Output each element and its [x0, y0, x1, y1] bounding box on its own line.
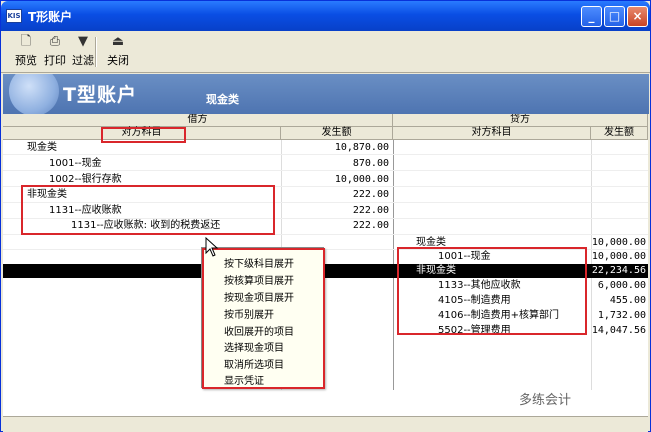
filter-button[interactable]: ▼ 过滤 [69, 34, 97, 70]
t-account-window: KIS T形账户 _ □ × 🗋 预览 ⎙ 打印 ▼ 过滤 ⏏ 关闭 T型账户 … [0, 0, 651, 432]
close-label: 关闭 [107, 54, 129, 67]
debit-row-amount[interactable]: 222.00 [293, 204, 389, 218]
credit-row-amount[interactable]: 455.00 [591, 294, 646, 308]
preview-label: 预览 [15, 54, 37, 67]
t-account-grid[interactable]: 借方 贷方 对方科目 发生额 对方科目 发生额 现金类 10,870.00 10… [3, 114, 648, 416]
debit-row-amount[interactable]: 222.00 [293, 219, 389, 233]
magnifier-logo-icon [9, 74, 59, 114]
debit-header: 借方 [3, 114, 393, 127]
context-menu: 按下级科目展开 按核算项目展开 按现金项目展开 按币别展开 收回展开的项目 选择… [201, 247, 325, 389]
close-button[interactable]: ⏏ 关闭 [104, 34, 132, 70]
app-icon: KIS [6, 9, 22, 23]
annotation-box-debit [21, 185, 275, 235]
status-bar [3, 416, 648, 432]
credit-row-amount[interactable]: 14,047.56 [591, 324, 646, 338]
debit-col-amount[interactable]: 发生额 [281, 127, 393, 140]
toolbar-separator [95, 37, 97, 67]
maximize-button[interactable]: □ [604, 6, 625, 27]
credit-col-amount[interactable]: 发生额 [591, 127, 648, 140]
print-label: 打印 [44, 54, 66, 67]
window-title: T形账户 [28, 10, 73, 24]
minimize-button[interactable]: _ [581, 6, 602, 27]
credit-row-amount[interactable]: 10,000.00 [591, 250, 646, 264]
watermark-text: 多练会计 [519, 393, 572, 408]
toolbar: 🗋 预览 ⎙ 打印 ▼ 过滤 ⏏ 关闭 [1, 31, 650, 73]
credit-header: 贷方 [393, 114, 648, 127]
debit-row-amount[interactable]: 870.00 [293, 157, 389, 171]
report-banner: T型账户 现金类 [3, 74, 649, 114]
printer-icon: ⎙ [49, 34, 61, 49]
annotation-box-col-header [101, 127, 186, 143]
preview-icon: 🗋 [20, 34, 32, 49]
debit-row-amount[interactable]: 10,870.00 [293, 141, 389, 155]
credit-row-amount[interactable]: 1,732.00 [591, 309, 646, 323]
annotation-box-credit [397, 247, 587, 335]
report-title: T型账户 [63, 84, 137, 106]
close-window-button[interactable]: × [627, 6, 648, 27]
debit-row-account[interactable]: 1001--现金 [49, 157, 102, 171]
credit-col-account[interactable]: 对方科目 [393, 127, 591, 140]
exit-door-icon: ⏏ [111, 34, 125, 49]
print-button[interactable]: ⎙ 打印 [41, 34, 69, 70]
debit-row-amount[interactable]: 10,000.00 [293, 173, 389, 187]
filter-icon: ▼ [78, 34, 88, 49]
credit-row-amount[interactable]: 22,234.56 [591, 264, 646, 278]
filter-label: 过滤 [72, 54, 94, 67]
credit-row-amount[interactable]: 10,000.00 [591, 236, 646, 250]
report-subtitle: 现金类 [206, 93, 239, 106]
title-bar[interactable]: KIS T形账户 _ □ × [1, 1, 650, 31]
mouse-pointer-icon [205, 237, 219, 257]
debit-row-amount[interactable]: 222.00 [293, 188, 389, 202]
credit-row-amount[interactable]: 6,000.00 [591, 279, 646, 293]
annotation-box-menu [202, 248, 325, 389]
preview-button[interactable]: 🗋 预览 [12, 34, 40, 70]
debit-row-account[interactable]: 现金类 [27, 141, 57, 155]
